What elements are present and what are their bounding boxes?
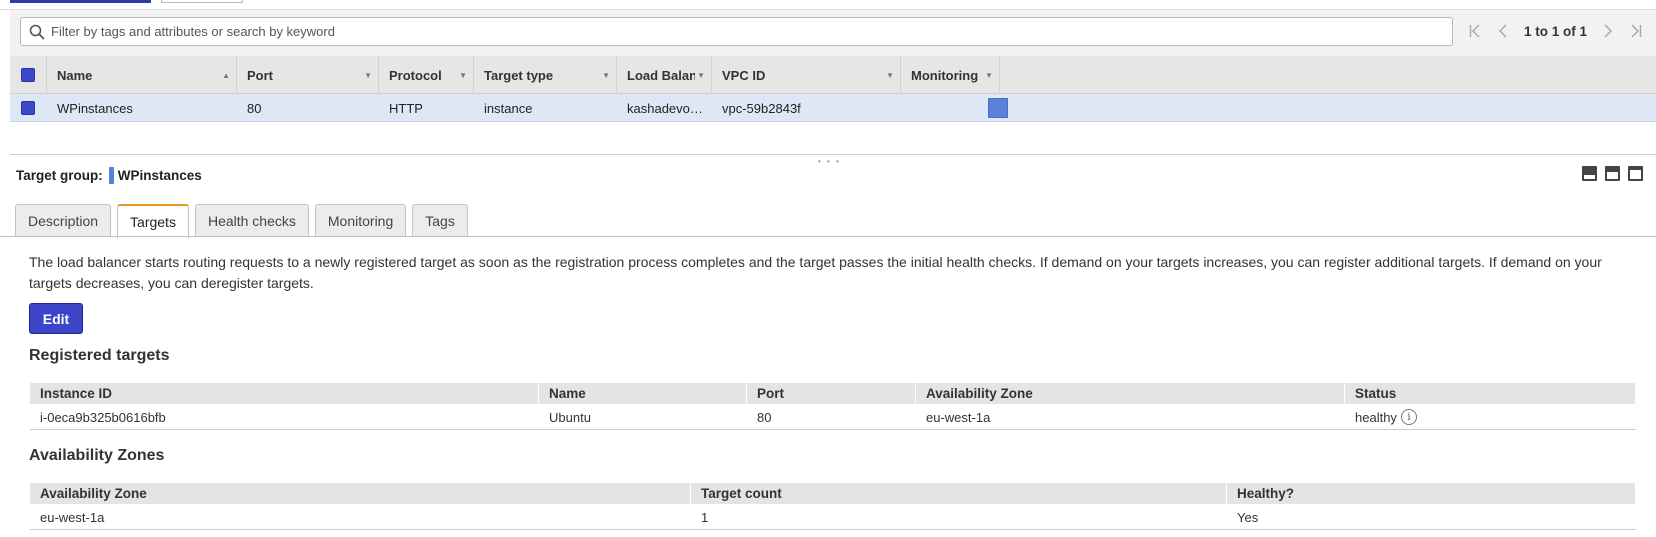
column-load-balancer-label: Load Balancer <box>627 67 695 83</box>
panel-layout-controls <box>1582 166 1643 181</box>
cell-status: healthy i <box>1345 404 1636 430</box>
sort-asc-icon[interactable]: ▲ <box>222 71 230 80</box>
pagination-text: 1 to 1 of 1 <box>1524 23 1588 39</box>
column-vpc-id[interactable]: VPC ID ▼ <box>712 56 901 94</box>
pagination: 1 to 1 of 1 <box>1468 20 1643 42</box>
cell-target-count: 1 <box>701 509 709 525</box>
last-page-icon[interactable] <box>1629 23 1643 39</box>
cell-name: Ubuntu <box>549 409 591 425</box>
table-row: i-0eca9b325b0616bfb Ubuntu 80 eu-west-1a… <box>30 404 1636 430</box>
tab-tags[interactable]: Tags <box>412 204 468 237</box>
column-name[interactable]: Name ▲ <box>47 56 237 94</box>
target-groups-header: Name ▲ Port ▼ Protocol ▼ Target type ▼ L… <box>10 56 1656 94</box>
monitoring-tag[interactable] <box>988 98 1008 118</box>
tabs-divider <box>0 236 1656 237</box>
column-target-type[interactable]: Target type ▼ <box>474 56 617 94</box>
panel-layout-icon[interactable] <box>1605 166 1620 181</box>
availability-zones-table: Availability Zone Target count Healthy? … <box>30 483 1636 530</box>
column-port-label: Port <box>247 67 273 83</box>
select-all-cell <box>10 56 47 94</box>
next-page-icon[interactable] <box>1601 23 1615 39</box>
cell-healthy: Yes <box>1237 509 1259 525</box>
cell-port: 80 <box>247 100 262 116</box>
detail-tabs: Description Targets Health checks Monito… <box>15 204 468 238</box>
tab-description[interactable]: Description <box>15 204 112 237</box>
registered-targets-heading: Registered targets <box>29 347 170 364</box>
detail-title: Target group: WPinstances <box>16 167 202 184</box>
table-header: Availability Zone Target count Healthy? <box>30 483 1636 504</box>
edit-button[interactable]: Edit <box>29 303 83 334</box>
panel-layout-icon[interactable] <box>1582 166 1597 181</box>
actions-button-edge[interactable] <box>161 0 243 3</box>
table-header: Instance ID Name Port Availability Zone … <box>30 383 1636 404</box>
th-status: Status <box>1345 383 1636 404</box>
instance-id-link[interactable]: i-0eca9b325b0616bfb <box>30 404 539 430</box>
th-name: Name <box>539 383 747 404</box>
column-vpc-id-label: VPC ID <box>722 67 766 83</box>
splitter-handle[interactable]: • • • <box>818 157 841 166</box>
status-text: healthy <box>1355 409 1397 425</box>
search-box[interactable] <box>20 17 1453 46</box>
th-availability-zone: Availability Zone <box>916 383 1345 404</box>
column-load-balancer[interactable]: Load Balancer ▼ <box>617 56 712 94</box>
table-row[interactable]: WPinstances 80 HTTP instance kashadevo… … <box>10 94 1656 122</box>
column-port[interactable]: Port ▼ <box>237 56 379 94</box>
column-target-type-label: Target type <box>484 67 554 83</box>
cell-vpc-id: vpc-59b2843f <box>722 100 801 116</box>
column-monitoring-label: Monitoring <box>911 67 979 83</box>
first-page-icon[interactable] <box>1468 23 1482 39</box>
column-menu-icon[interactable]: ▼ <box>602 71 610 80</box>
detail-title-value: WPinstances <box>117 168 202 183</box>
th-instance-id: Instance ID <box>30 383 539 404</box>
cell-target-type: instance <box>484 100 533 116</box>
column-name-label: Name <box>57 67 93 83</box>
search-input[interactable] <box>51 21 1441 42</box>
column-protocol[interactable]: Protocol ▼ <box>379 56 474 94</box>
column-monitoring[interactable]: Monitoring ▼ <box>901 56 1000 94</box>
column-menu-icon[interactable]: ▼ <box>985 71 993 80</box>
detail-title-label: Target group: <box>16 168 103 183</box>
select-all-checkbox[interactable] <box>21 68 35 82</box>
search-icon <box>29 24 45 40</box>
column-protocol-label: Protocol <box>389 67 442 83</box>
tag-color-bar <box>108 167 114 184</box>
column-menu-icon[interactable]: ▼ <box>459 71 467 80</box>
cell-port: 80 <box>757 409 772 425</box>
tab-monitoring[interactable]: Monitoring <box>314 204 407 237</box>
th-port: Port <box>747 383 916 404</box>
column-menu-icon[interactable]: ▼ <box>697 71 705 80</box>
cell-name: WPinstances <box>57 100 133 116</box>
tab-health-checks[interactable]: Health checks <box>194 204 309 237</box>
cell-protocol: HTTP <box>389 100 423 116</box>
tab-targets[interactable]: Targets <box>117 204 189 238</box>
cell-availability-zone: eu-west-1a <box>926 409 991 425</box>
table-row: eu-west-1a 1 Yes <box>30 504 1636 530</box>
prev-page-icon[interactable] <box>1496 23 1510 39</box>
pane-splitter[interactable] <box>10 154 1656 155</box>
availability-zones-heading: Availability Zones <box>29 447 165 464</box>
cell-load-balancer[interactable]: kashadevo… <box>617 94 712 122</box>
info-icon[interactable]: i <box>1400 409 1417 425</box>
cell-availability-zone: eu-west-1a <box>40 509 105 525</box>
th-healthy: Healthy? <box>1227 483 1636 504</box>
registered-targets-table: Instance ID Name Port Availability Zone … <box>30 383 1636 430</box>
panel-layout-icon[interactable] <box>1628 166 1643 181</box>
th-target-count: Target count <box>691 483 1227 504</box>
row-checkbox[interactable] <box>21 101 35 115</box>
column-menu-icon[interactable]: ▼ <box>364 71 372 80</box>
filter-bar: 1 to 1 of 1 <box>10 10 1656 60</box>
top-toolbar-strip <box>0 0 1656 10</box>
create-button-edge[interactable] <box>10 0 151 3</box>
th-availability-zone: Availability Zone <box>30 483 691 504</box>
column-menu-icon[interactable]: ▼ <box>886 71 894 80</box>
targets-description: The load balancer starts routing request… <box>29 254 1602 291</box>
